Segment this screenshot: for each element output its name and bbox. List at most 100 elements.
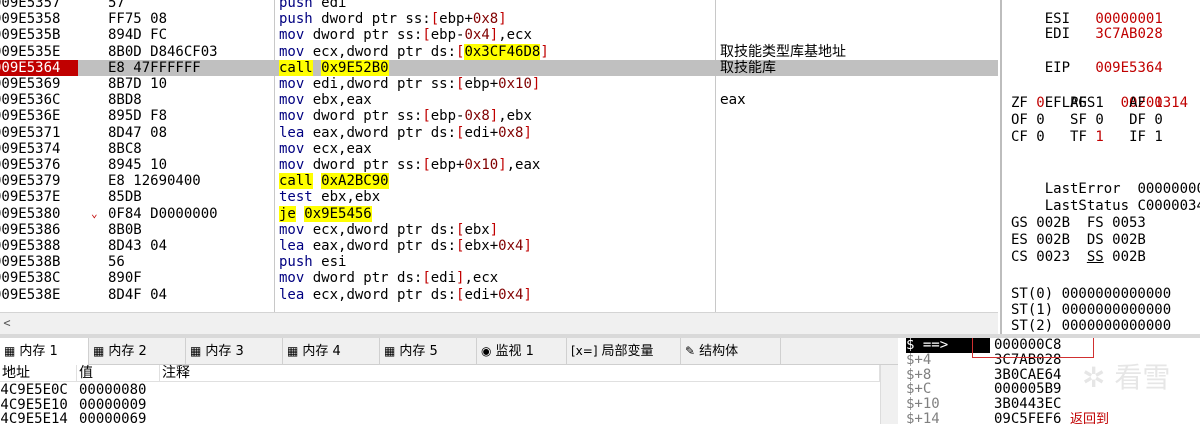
disasm-instruction[interactable]: call 0xA2BC90 bbox=[279, 173, 389, 190]
disasm-row[interactable]: 009E5358 FF75 08 push dword ptr ss:[ebp+0x… bbox=[0, 11, 998, 27]
disasm-row[interactable]: 009E538C 890F mov dword ptr ds:[edi],ecx bbox=[0, 270, 998, 286]
dump-row[interactable]: 04C9E5E1400000069 bbox=[0, 412, 880, 424]
dump-tab-7[interactable]: [x=] 局部变量 bbox=[567, 338, 681, 365]
disasm-address[interactable]: 009E5357 bbox=[0, 0, 78, 11]
flag-value[interactable]: 0 bbox=[1154, 112, 1162, 128]
disasm-row[interactable]: 009E5371 8D47 08 lea eax,dword ptr ds:[edi… bbox=[0, 125, 998, 141]
disasm-instruction[interactable]: mov dword ptr ss:[ebp-0x8],ebx bbox=[279, 108, 532, 124]
disasm-instruction[interactable]: lea ecx,dword ptr ds:[edi+0x4] bbox=[279, 287, 532, 303]
dump-tab-2[interactable]: ▦ 内存 2 bbox=[89, 338, 186, 365]
disassembly-horizontal-scrollbar[interactable]: < bbox=[0, 312, 998, 334]
dump-address[interactable]: 04C9E5E0C bbox=[0, 383, 76, 397]
disasm-row[interactable]: 009E535B 894D FC mov dword ptr ss:[ebp-0x4… bbox=[0, 27, 998, 43]
disasm-address[interactable]: 009E5386 bbox=[0, 222, 78, 238]
column-header-comment[interactable]: 注释 bbox=[160, 365, 880, 382]
flags-row[interactable]: ZF 0 PF 1 AF 1 bbox=[1011, 95, 1163, 112]
disasm-address[interactable]: 009E5379 bbox=[0, 173, 78, 189]
registers-panel[interactable]: ESI 00000001 EDI 3C7AB028 EIP 009E5364 m… bbox=[1000, 0, 1200, 334]
disasm-instruction[interactable]: mov dword ptr ss:[ebp+0x10],eax bbox=[279, 157, 540, 173]
disasm-address[interactable]: 009E535B bbox=[0, 27, 78, 43]
dump-tab-6[interactable]: ◉ 监视 1 bbox=[477, 338, 567, 365]
disasm-address[interactable]: 009E5380 bbox=[0, 206, 78, 222]
register-lasterror[interactable]: LastError 00000000 bbox=[1011, 164, 1200, 197]
disasm-row[interactable]: 009E5380 ⌄ 0F84 D0000000 je 0x9E5456 bbox=[0, 205, 998, 222]
disasm-address[interactable]: 009E5388 bbox=[0, 238, 78, 254]
register-edi[interactable]: EDI 3C7AB028 bbox=[1011, 9, 1163, 42]
disasm-instruction[interactable]: call 0x9E52B0 bbox=[279, 59, 389, 76]
disasm-row[interactable]: 009E537E 85DB test ebx,ebx bbox=[0, 189, 998, 205]
dump-tab-1[interactable]: ▦ 内存 1 bbox=[0, 338, 89, 365]
flag-value[interactable]: 1 bbox=[1154, 129, 1162, 145]
fpu-register-st1[interactable]: ST(1) 0000000000000 bbox=[1011, 302, 1171, 319]
flags-row[interactable]: CF 0 TF 1 IF 1 bbox=[1011, 129, 1163, 146]
disasm-row[interactable]: 009E5388 8D43 04 lea eax,dword ptr ds:[ebx… bbox=[0, 238, 998, 254]
disasm-instruction[interactable]: push dword ptr ss:[ebp+0x8] bbox=[279, 11, 507, 27]
dump-vertical-scrollbar[interactable] bbox=[880, 365, 898, 424]
fpu-register-st2[interactable]: ST(2) 0000000000000 bbox=[1011, 318, 1171, 334]
disasm-instruction[interactable]: lea eax,dword ptr ds:[edi+0x8] bbox=[279, 125, 532, 141]
scroll-left-icon[interactable]: < bbox=[0, 315, 14, 331]
disasm-address[interactable]: 009E5371 bbox=[0, 125, 78, 141]
disasm-row[interactable]: 009E5374 8BC8 mov ecx,eax bbox=[0, 141, 998, 157]
disasm-row[interactable]: 009E5357 57 push edi bbox=[0, 0, 998, 11]
disasm-address[interactable]: 009E535E bbox=[0, 44, 78, 60]
disasm-comment[interactable]: 取技能类型库基地址 bbox=[720, 44, 846, 60]
flag-value[interactable]: 1 bbox=[1095, 129, 1103, 145]
disasm-comment[interactable]: 取技能库 bbox=[720, 60, 776, 76]
dump-tab-4[interactable]: ▦ 内存 4 bbox=[283, 338, 380, 365]
disasm-address[interactable]: 009E5364 bbox=[0, 59, 78, 76]
dump-panel[interactable]: ▦ 内存 1 ▦ 内存 2 ▦ 内存 3 ▦ 内存 4 ▦ 内存 5 ◉ 监视 1 [x=] 局部变量 ✎ 结… bbox=[0, 338, 898, 424]
dump-address[interactable]: 04C9E5E14 bbox=[0, 412, 76, 424]
column-header-value[interactable]: 值 bbox=[77, 365, 160, 382]
disasm-row[interactable]: 009E538B 56 push esi bbox=[0, 254, 998, 270]
disasm-address[interactable]: 009E537E bbox=[0, 189, 78, 205]
segment-registers-row[interactable]: CS 0023 SS 002B bbox=[1011, 249, 1146, 266]
disasm-address[interactable]: 009E5369 bbox=[0, 76, 78, 92]
dump-value[interactable]: 00000069 bbox=[79, 412, 146, 424]
disasm-row[interactable]: 009E5379 E8 12690400 call 0xA2BC90 bbox=[0, 173, 998, 190]
disasm-instruction[interactable]: mov dword ptr ds:[edi],ecx bbox=[279, 270, 498, 286]
disasm-address[interactable]: 009E5358 bbox=[0, 11, 78, 27]
dump-tab-3[interactable]: ▦ 内存 3 bbox=[186, 338, 283, 365]
flag-value[interactable]: 0 bbox=[1095, 112, 1103, 128]
register-eflags[interactable]: EFLAGS 00200314 bbox=[1011, 78, 1188, 111]
dump-address[interactable]: 04C9E5E10 bbox=[0, 398, 76, 412]
segment-registers-row[interactable]: ES 002B DS 002B bbox=[1011, 232, 1146, 249]
stack-row[interactable]: $+14 09C5FEF6 返回到 bbox=[900, 412, 1200, 424]
flags-row[interactable]: OF 0 SF 0 DF 0 bbox=[1011, 112, 1163, 129]
disasm-row-current[interactable]: 009E5364 E8 47FFFFFF call 0x9E52B0 取技能库 bbox=[0, 59, 998, 76]
stack-row[interactable]: $+10 3B0443EC bbox=[900, 397, 1200, 412]
stack-value[interactable]: 000005B9 bbox=[994, 382, 1061, 397]
disasm-row[interactable]: 009E5369 8B7D 10 mov edi,dword ptr ss:[ebp… bbox=[0, 76, 998, 92]
dump-value[interactable]: 00000009 bbox=[79, 398, 146, 412]
dump-row[interactable]: 04C9E5E0C00000080 bbox=[0, 383, 880, 397]
dump-value[interactable]: 00000080 bbox=[79, 383, 146, 397]
flag-value[interactable]: 1 bbox=[1095, 95, 1103, 111]
disasm-row[interactable]: 009E5386 8B0B mov ecx,dword ptr ds:[ebx] bbox=[0, 222, 998, 238]
disasm-instruction[interactable]: mov dword ptr ss:[ebp-0x4],ecx bbox=[279, 27, 532, 43]
dump-grid[interactable]: 地址 值 注释 04C9E5E0C0000008004C9E5E10000000… bbox=[0, 365, 880, 424]
column-header-address[interactable]: 地址 bbox=[0, 365, 77, 382]
disasm-instruction[interactable]: mov ecx,dword ptr ds:[0x3CF46D8] bbox=[279, 43, 549, 60]
stack-value[interactable]: 3B0443EC bbox=[994, 397, 1061, 412]
fpu-register-st0[interactable]: ST(0) 0000000000000 bbox=[1011, 286, 1171, 303]
dump-tab-8[interactable]: ✎ 结构体 bbox=[681, 338, 781, 365]
stack-value[interactable]: 09C5FEF6 bbox=[994, 412, 1061, 424]
dump-row[interactable]: 04C9E5E1000000009 bbox=[0, 398, 880, 412]
segment-registers-row[interactable]: GS 002B FS 0053 bbox=[1011, 215, 1146, 232]
flag-value[interactable]: 0 bbox=[1036, 95, 1044, 111]
disasm-row[interactable]: 009E5376 8945 10 mov dword ptr ss:[ebp+0x1… bbox=[0, 157, 998, 173]
flag-value[interactable]: 0 bbox=[1036, 129, 1044, 145]
disasm-address[interactable]: 009E5374 bbox=[0, 141, 78, 157]
disasm-instruction[interactable]: test ebx,ebx bbox=[279, 189, 380, 205]
disasm-address[interactable]: 009E538C bbox=[0, 270, 78, 286]
disasm-address[interactable]: 009E538B bbox=[0, 254, 78, 270]
disasm-instruction[interactable]: mov ebx,eax bbox=[279, 92, 372, 108]
register-eip[interactable]: EIP 009E5364 m bbox=[1011, 43, 1200, 76]
register-laststatus[interactable]: LastStatus C0000034 bbox=[1011, 181, 1200, 214]
disasm-instruction[interactable]: mov ecx,eax bbox=[279, 141, 372, 157]
disasm-row[interactable]: 009E535E 8B0D D846CF03 mov ecx,dword ptr d… bbox=[0, 43, 998, 60]
disasm-instruction[interactable]: mov edi,dword ptr ss:[ebp+0x10] bbox=[279, 76, 540, 92]
disasm-address[interactable]: 009E536E bbox=[0, 108, 78, 124]
flag-value[interactable]: 0 bbox=[1036, 112, 1044, 128]
